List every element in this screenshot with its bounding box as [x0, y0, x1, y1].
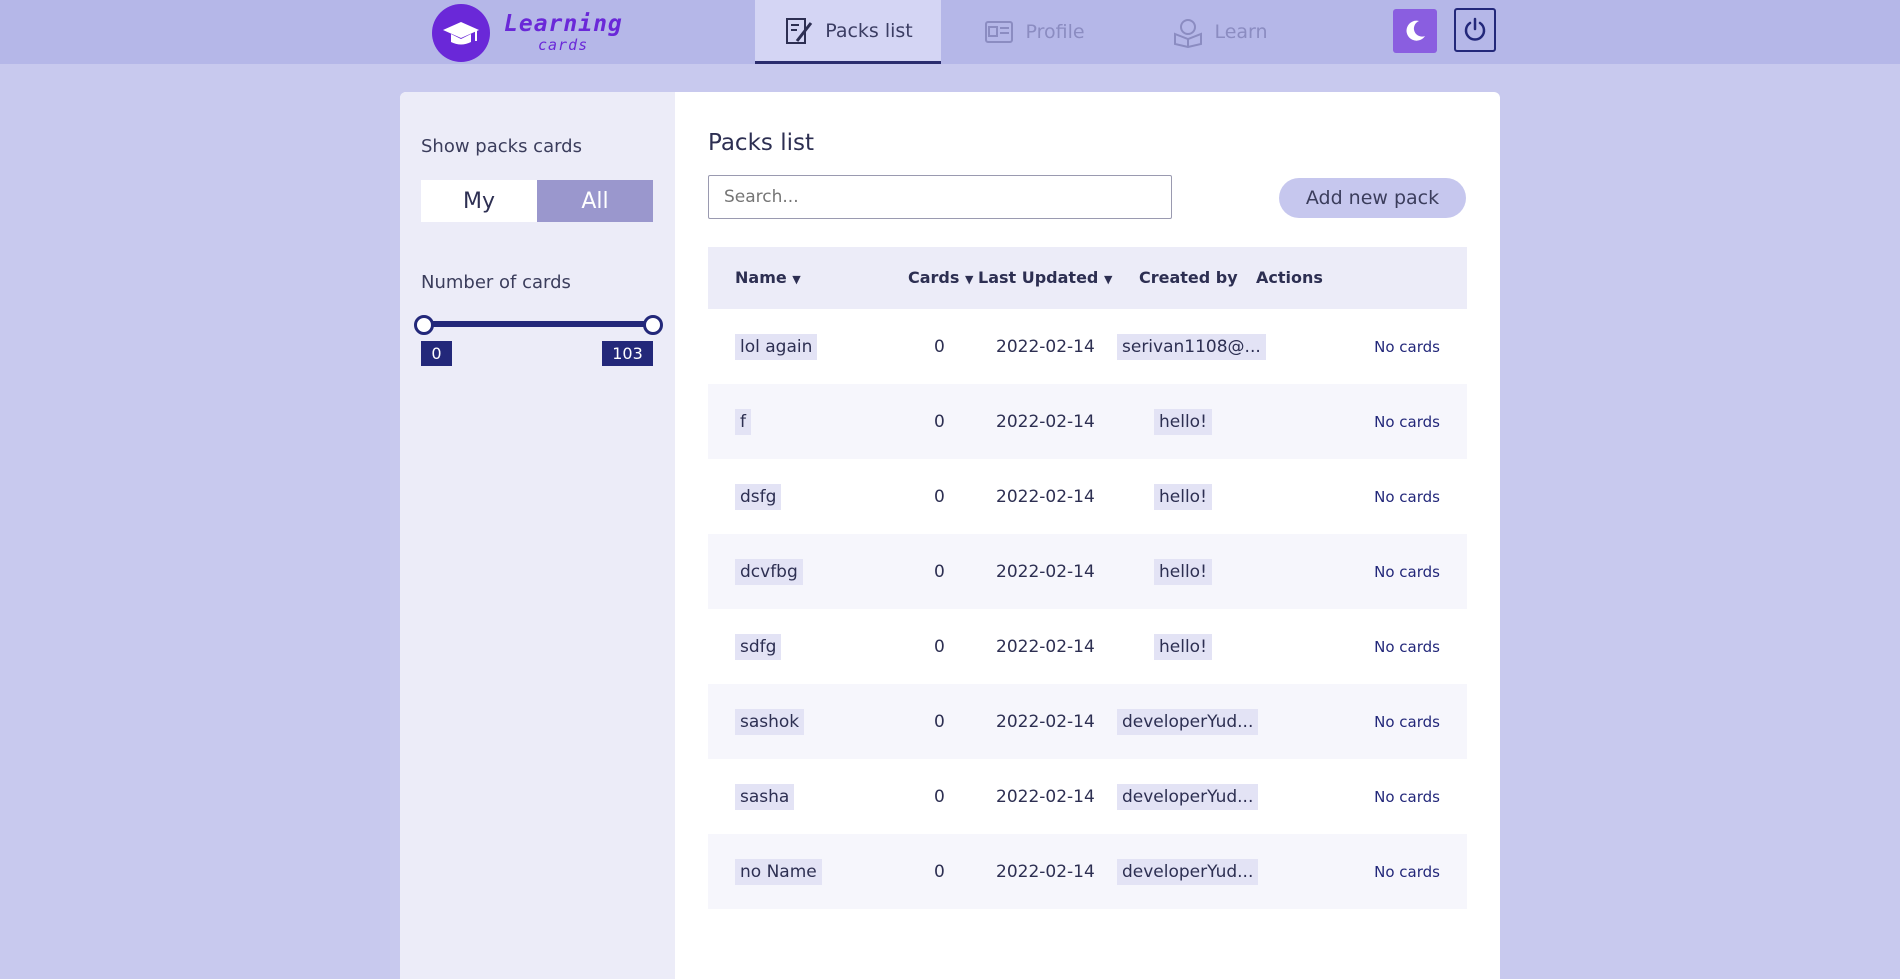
- table-row: dsfg 0 2022-02-14 hello! No cards: [708, 459, 1467, 534]
- all-packs-button[interactable]: All: [537, 180, 653, 222]
- logout-button[interactable]: [1454, 8, 1496, 52]
- range-min-value: 0: [421, 341, 452, 366]
- nav-label: Profile: [1025, 21, 1085, 43]
- pack-creator: hello!: [1154, 483, 1212, 510]
- pack-action: No cards: [1374, 487, 1440, 506]
- number-of-cards-title: Number of cards: [421, 272, 571, 293]
- table-row: no Name 0 2022-02-14 developerYud... No …: [708, 834, 1467, 909]
- pack-cards: 0: [934, 336, 945, 357]
- table-row: dcvfbg 0 2022-02-14 hello! No cards: [708, 534, 1467, 609]
- pack-action: No cards: [1374, 412, 1440, 431]
- pack-updated: 2022-02-14: [996, 636, 1095, 657]
- pack-cards: 0: [934, 711, 945, 732]
- column-created-by: Created by: [1139, 268, 1238, 287]
- pack-name[interactable]: sasha: [735, 783, 795, 810]
- nav-packs-list[interactable]: Packs list: [755, 0, 941, 64]
- pack-name[interactable]: sashok: [735, 708, 805, 735]
- table-row: sasha 0 2022-02-14 developerYud... No ca…: [708, 759, 1467, 834]
- pack-action: No cards: [1374, 787, 1440, 806]
- range-max-value: 103: [602, 341, 653, 366]
- table-body: lol again 0 2022-02-14 serivan1108@... N…: [708, 309, 1467, 979]
- logo-subtitle: cards: [538, 36, 589, 54]
- pack-action: No cards: [1374, 712, 1440, 731]
- pack-creator: developerYud...: [1117, 708, 1259, 735]
- table-row: lol again 0 2022-02-14 serivan1108@... N…: [708, 309, 1467, 384]
- packs-panel: Show packs cards My All Number of cards …: [400, 92, 1500, 979]
- top-header: Learning cards Packs list Profile Learn: [0, 0, 1900, 64]
- packs-table: Name ▼ Cards ▼ Last Updated ▼ Created by…: [708, 247, 1467, 979]
- pack-cards: 0: [934, 861, 945, 882]
- pack-updated: 2022-02-14: [996, 336, 1095, 357]
- search-input[interactable]: [708, 175, 1172, 219]
- pack-name[interactable]: sdfg: [735, 633, 782, 660]
- column-name[interactable]: Name ▼: [735, 268, 801, 287]
- pack-name[interactable]: dsfg: [735, 483, 782, 510]
- pack-cards: 0: [934, 411, 945, 432]
- pack-updated: 2022-02-14: [996, 411, 1095, 432]
- my-packs-button[interactable]: My: [421, 180, 537, 222]
- pack-action: No cards: [1374, 562, 1440, 581]
- pack-creator: developerYud...: [1117, 783, 1259, 810]
- pack-updated: 2022-02-14: [996, 861, 1095, 882]
- pack-action: No cards: [1374, 637, 1440, 656]
- filters-sidebar: Show packs cards My All Number of cards …: [400, 92, 675, 979]
- pack-name[interactable]: lol again: [735, 333, 818, 360]
- pack-name[interactable]: no Name: [735, 858, 822, 885]
- table-row: sdfg 0 2022-02-14 hello! No cards: [708, 609, 1467, 684]
- pack-updated: 2022-02-14: [996, 486, 1095, 507]
- app-logo[interactable]: Learning cards: [432, 4, 623, 62]
- pack-creator: developerYud...: [1117, 858, 1259, 885]
- nav-learn[interactable]: Learn: [1127, 0, 1313, 64]
- add-new-pack-button[interactable]: Add new pack: [1279, 178, 1466, 218]
- pack-cards: 0: [934, 786, 945, 807]
- column-actions: Actions: [1256, 268, 1323, 287]
- range-min-handle[interactable]: [414, 315, 434, 335]
- pack-creator: hello!: [1154, 558, 1212, 585]
- pack-updated: 2022-02-14: [996, 786, 1095, 807]
- table-row: [708, 909, 1467, 979]
- sort-down-icon: ▼: [964, 273, 974, 286]
- pack-updated: 2022-02-14: [996, 711, 1095, 732]
- pencil-pad-icon: [786, 17, 813, 44]
- cards-range-track[interactable]: [421, 321, 652, 327]
- nav-profile[interactable]: Profile: [941, 0, 1127, 64]
- my-all-toggle: My All: [421, 180, 653, 222]
- power-icon: [1464, 17, 1486, 41]
- pack-cards: 0: [934, 636, 945, 657]
- pack-cards: 0: [934, 486, 945, 507]
- pack-action: No cards: [1374, 337, 1440, 356]
- nav-label: Packs list: [825, 19, 913, 42]
- table-row: sashok 0 2022-02-14 developerYud... No c…: [708, 684, 1467, 759]
- pack-creator: hello!: [1154, 408, 1212, 435]
- column-last-updated[interactable]: Last Updated ▼: [978, 268, 1112, 287]
- logo-title: Learning: [504, 11, 623, 37]
- range-max-handle[interactable]: [643, 315, 663, 335]
- moon-icon: [1406, 20, 1425, 41]
- pack-cards: 0: [934, 561, 945, 582]
- id-card-icon: [985, 21, 1014, 43]
- sort-down-icon: ▼: [1103, 273, 1113, 286]
- table-row: f 0 2022-02-14 hello! No cards: [708, 384, 1467, 459]
- pack-name[interactable]: dcvfbg: [735, 558, 803, 585]
- sort-down-icon: ▼: [792, 273, 801, 286]
- pack-action: No cards: [1374, 862, 1440, 881]
- pack-creator: hello!: [1154, 633, 1212, 660]
- pack-updated: 2022-02-14: [996, 561, 1095, 582]
- pack-name[interactable]: f: [735, 408, 751, 435]
- pack-creator: serivan1108@...: [1117, 333, 1266, 360]
- reading-brain-icon: [1174, 19, 1203, 48]
- show-packs-title: Show packs cards: [421, 136, 582, 157]
- nav-label: Learn: [1214, 21, 1268, 43]
- table-header: Name ▼ Cards ▼ Last Updated ▼ Created by…: [708, 247, 1467, 309]
- theme-toggle-button[interactable]: [1393, 9, 1437, 53]
- main-nav: Packs list Profile Learn: [755, 0, 1313, 64]
- page-title: Packs list: [708, 130, 814, 156]
- graduation-cap-icon: [432, 4, 490, 62]
- column-cards[interactable]: Cards ▼: [908, 268, 973, 287]
